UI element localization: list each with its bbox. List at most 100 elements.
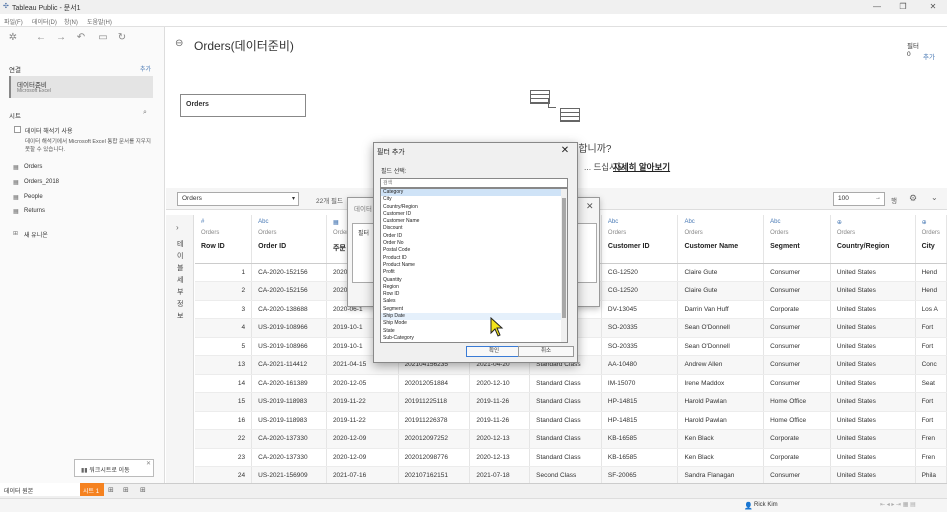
- table-cell[interactable]: Harold Pawlan: [677, 392, 765, 412]
- table-cell[interactable]: Fort: [915, 392, 947, 412]
- table-cell[interactable]: 2019-11-22: [326, 411, 399, 430]
- table-cell[interactable]: Fort: [915, 318, 947, 338]
- sheet-item-returns[interactable]: Returns: [24, 208, 45, 214]
- table-cell[interactable]: CA-2020-152156: [251, 281, 327, 301]
- table-cell[interactable]: Ken Black: [677, 448, 765, 467]
- table-cell[interactable]: 1: [195, 263, 253, 282]
- field-list-item[interactable]: Order No: [381, 240, 567, 247]
- user-name[interactable]: Rick Kim: [754, 502, 778, 508]
- table-cell[interactable]: Consumer: [763, 374, 831, 393]
- table-cell[interactable]: 14: [195, 374, 253, 393]
- table-cell[interactable]: Standard Class: [529, 411, 602, 430]
- column-header[interactable]: # Orders Row ID: [195, 215, 253, 264]
- table-cell[interactable]: Darrin Van Huff: [677, 300, 765, 319]
- table-cell[interactable]: IM-15070: [601, 374, 679, 393]
- field-list-item[interactable]: Region: [381, 284, 567, 291]
- field-list-item[interactable]: City: [381, 196, 567, 203]
- table-details-sidebar[interactable]: › 테 이 블 세 부 정 보: [166, 215, 194, 483]
- refresh-icon[interactable]: ↻: [115, 31, 129, 45]
- table-cell[interactable]: Consumer: [763, 355, 831, 375]
- table-cell[interactable]: 15: [195, 392, 253, 412]
- table-cell[interactable]: 202012051884: [398, 374, 471, 393]
- settings-gear-icon[interactable]: ⚙: [909, 193, 917, 204]
- table-cell[interactable]: Claire Gute: [677, 281, 765, 301]
- rows-input[interactable]: 100 →: [833, 192, 885, 206]
- table-cell[interactable]: 2019-11-22: [326, 392, 399, 412]
- table-cell[interactable]: 2020-12-10: [469, 374, 531, 393]
- table-cell[interactable]: Sean O'Donnell: [677, 318, 765, 338]
- tooltip-close-icon[interactable]: ✕: [146, 460, 151, 467]
- table-cell[interactable]: US-2019-118983: [251, 411, 327, 430]
- field-list-item[interactable]: Profit: [381, 269, 567, 276]
- field-list-item[interactable]: Sales: [381, 298, 567, 305]
- collapse-chevron-icon[interactable]: ⌄: [931, 193, 938, 202]
- table-cell[interactable]: 2020-12-09: [326, 429, 399, 449]
- table-cell[interactable]: United States: [830, 300, 916, 319]
- table-cell[interactable]: Hend: [915, 263, 947, 282]
- table-cell[interactable]: United States: [830, 392, 916, 412]
- back-icon[interactable]: ←: [34, 31, 48, 45]
- table-cell[interactable]: KB-16585: [601, 448, 679, 467]
- table-cell[interactable]: 202012098776: [398, 448, 471, 467]
- table-cell[interactable]: Fort: [915, 411, 947, 430]
- table-cell[interactable]: Corporate: [763, 300, 831, 319]
- table-cell[interactable]: DV-13045: [601, 300, 679, 319]
- field-list-item[interactable]: Segment: [381, 306, 567, 313]
- field-list-item[interactable]: Order ID: [381, 233, 567, 240]
- table-cell[interactable]: CA-2020-152156: [251, 263, 327, 282]
- field-search-input[interactable]: [380, 178, 568, 188]
- table-cell[interactable]: 22: [195, 429, 253, 449]
- table-cell[interactable]: Ken Black: [677, 429, 765, 449]
- table-cell[interactable]: CA-2020-138688: [251, 300, 327, 319]
- table-cell[interactable]: United States: [830, 411, 916, 430]
- table-cell[interactable]: 201911225118: [398, 392, 471, 412]
- new-union-link[interactable]: 새 유니온: [24, 230, 48, 239]
- dialog-close-icon[interactable]: ✕: [558, 144, 572, 158]
- table-cell[interactable]: Andrew Allen: [677, 355, 765, 375]
- table-cell[interactable]: 2020-12-13: [469, 429, 531, 449]
- table-cell[interactable]: SO-20335: [601, 337, 679, 356]
- table-cell[interactable]: Claire Gute: [677, 263, 765, 282]
- field-list-item[interactable]: Ship Date: [381, 313, 567, 321]
- table-cell[interactable]: 2019-11-26: [469, 411, 531, 430]
- add-connection-link[interactable]: 추가: [140, 64, 151, 73]
- table-cell[interactable]: Fren: [915, 448, 947, 467]
- table-cell[interactable]: United States: [830, 318, 916, 338]
- table-cell[interactable]: CA-2020-137330: [251, 429, 327, 449]
- new-dashboard-icon[interactable]: ⊞: [123, 486, 129, 494]
- undo-icon[interactable]: ↶: [74, 31, 88, 45]
- table-cell[interactable]: AA-10480: [601, 355, 679, 375]
- table-cell[interactable]: Corporate: [763, 448, 831, 467]
- sheet-item-orders[interactable]: Orders: [24, 164, 42, 170]
- table-cell[interactable]: CG-12520: [601, 281, 679, 301]
- menu-file[interactable]: 파일(F): [4, 17, 23, 26]
- forward-icon[interactable]: →: [54, 31, 68, 45]
- sheet-item-orders-2018[interactable]: Orders_2018: [24, 179, 59, 185]
- table-cell[interactable]: US-2019-118983: [251, 392, 327, 412]
- table-cell[interactable]: 2: [195, 281, 253, 301]
- search-icon[interactable]: ⌕: [143, 109, 147, 117]
- field-list-item[interactable]: Sub-Category: [381, 335, 567, 342]
- connection-item[interactable]: 데이터준비 Microsoft Excel: [9, 76, 153, 98]
- table-cell[interactable]: Fren: [915, 429, 947, 449]
- field-list-item[interactable]: Customer ID: [381, 211, 567, 218]
- table-cell[interactable]: CA-2021-114412: [251, 355, 327, 375]
- table-cell[interactable]: 2020-12-05: [326, 374, 399, 393]
- table-cell[interactable]: Hend: [915, 281, 947, 301]
- field-list-item[interactable]: Product ID: [381, 255, 567, 262]
- field-list-item[interactable]: Row ID: [381, 291, 567, 298]
- close-icon[interactable]: ✕: [923, 2, 943, 12]
- field-list-item[interactable]: Quantity: [381, 277, 567, 284]
- table-cell[interactable]: Harold Pawlan: [677, 411, 765, 430]
- table-cell[interactable]: HP-14815: [601, 392, 679, 412]
- table-cell[interactable]: Home Office: [763, 411, 831, 430]
- field-list-item[interactable]: Customer Name: [381, 218, 567, 225]
- table-cell[interactable]: Home Office: [763, 392, 831, 412]
- table-cell[interactable]: Standard Class: [529, 392, 602, 412]
- learn-more-link[interactable]: 자세히 알아보기: [613, 161, 670, 173]
- table-cell[interactable]: United States: [830, 429, 916, 449]
- menu-help[interactable]: 도움말(H): [87, 17, 112, 26]
- table-cell[interactable]: United States: [830, 374, 916, 393]
- table-cell[interactable]: Consumer: [763, 263, 831, 282]
- table-cell[interactable]: 4: [195, 318, 253, 338]
